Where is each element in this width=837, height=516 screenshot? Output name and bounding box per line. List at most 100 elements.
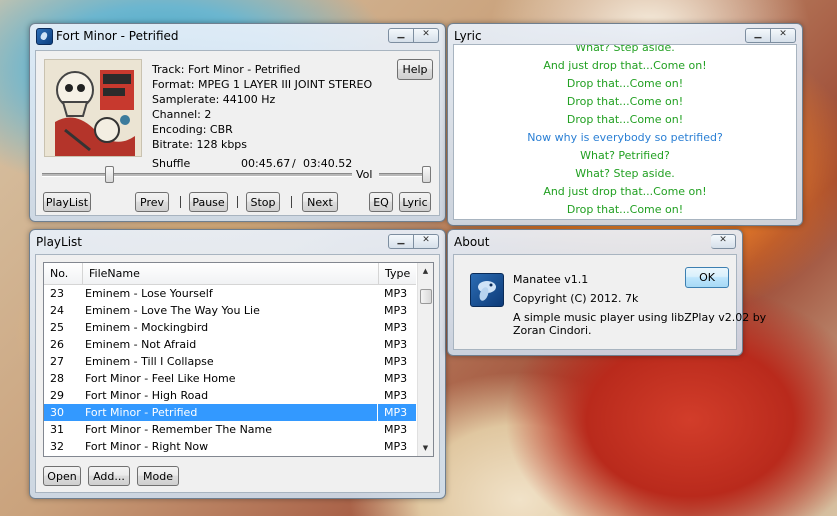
about-window-title: About (454, 235, 490, 249)
prev-button[interactable]: Prev (135, 192, 169, 212)
cell-type: MP3 (384, 338, 408, 351)
playlist-table: No. FileName Type 23 Eminem - Lose Yourse… (43, 262, 434, 457)
close-icon[interactable]: ✕ (414, 28, 439, 43)
help-button[interactable]: Help (397, 59, 433, 80)
cell-filename: Eminem - Not Afraid (85, 338, 197, 351)
lyric-line: And just drop that...Come on! (543, 185, 707, 198)
table-row[interactable]: 24 Eminem - Love The Way You Lie MP3 (44, 302, 416, 319)
table-row[interactable]: 25 Eminem - Mockingbird MP3 (44, 319, 416, 336)
cell-type: MP3 (384, 287, 408, 300)
table-row[interactable]: 28 Fort Minor - Feel Like Home MP3 (44, 370, 416, 387)
lyric-line: Drop that...Come on! (566, 77, 684, 90)
cell-no: 32 (50, 440, 64, 453)
lyric-window: Lyric ▁ ✕ What? Step aside. And just drop… (447, 23, 803, 226)
mode-button[interactable]: Mode (137, 466, 179, 486)
seek-track (42, 173, 352, 177)
cell-filename: Eminem - Lose Yourself (85, 287, 213, 300)
playlist-scrollbar[interactable]: ▲ ▼ (417, 263, 433, 456)
button-divider (180, 196, 181, 208)
lyric-line: What? Step aside. (575, 44, 675, 54)
lyric-panel: What? Step aside. And just drop that...Co… (453, 44, 797, 220)
cell-no: 29 (50, 389, 64, 402)
cell-filename: Eminem - Love The Way You Lie (85, 304, 260, 317)
close-icon[interactable]: ✕ (414, 234, 439, 249)
close-icon[interactable]: ✕ (711, 234, 736, 249)
column-header-type[interactable]: Type (378, 263, 416, 285)
lyric-line: Drop that...Come on! (566, 203, 684, 216)
cell-type: MP3 (384, 440, 408, 453)
close-icon[interactable]: ✕ (771, 28, 796, 43)
album-art (44, 59, 142, 157)
table-row[interactable]: 29 Fort Minor - High Road MP3 (44, 387, 416, 404)
minimize-icon[interactable]: ▁ (745, 28, 771, 43)
player-titlebar[interactable]: Fort Minor - Petrified ▁ ✕ (30, 24, 445, 48)
table-row[interactable]: 23 Eminem - Lose Yourself MP3 (44, 285, 416, 302)
scroll-thumb[interactable] (420, 289, 432, 304)
scroll-down-icon[interactable]: ▼ (419, 441, 432, 455)
button-divider (291, 196, 292, 208)
cell-filename: Fort Minor - Right Now (85, 440, 209, 453)
table-row[interactable]: 27 Eminem - Till I Collapse MP3 (44, 353, 416, 370)
cell-no: 31 (50, 423, 64, 436)
player-window-title: Fort Minor - Petrified (56, 29, 179, 43)
about-description-line1: A simple music player using libZPlay v2.… (513, 311, 767, 324)
table-row[interactable]: 32 Fort Minor - Right Now MP3 (44, 438, 416, 455)
about-titlebar[interactable]: About ✕ (448, 230, 742, 254)
minimize-icon[interactable]: ▁ (388, 234, 414, 249)
playlist-window: PlayList ▁ ✕ No. FileName Type 23 Eminem … (29, 229, 446, 499)
manatee-app-icon (36, 28, 53, 45)
volume-label: Vol (356, 168, 373, 181)
track-info: Track: Fort Minor - Petrified (152, 63, 301, 76)
pause-button[interactable]: Pause (189, 192, 228, 212)
lyric-line: And just drop that...Come on! (543, 59, 707, 72)
cell-type: MP3 (384, 389, 408, 402)
button-divider (237, 196, 238, 208)
cell-no: 24 (50, 304, 64, 317)
samplerate-info: Samplerate: 44100 Hz (152, 93, 276, 106)
playlist-button[interactable]: PlayList (43, 192, 91, 212)
table-row-selected[interactable]: 30 Fort Minor - Petrified MP3 (44, 404, 416, 421)
ok-button[interactable]: OK (685, 267, 729, 288)
seek-slider[interactable] (42, 165, 352, 185)
album-art-image (45, 60, 141, 156)
cell-filename: Fort Minor - High Road (85, 389, 209, 402)
open-button[interactable]: Open (43, 466, 81, 486)
cell-type: MP3 (384, 355, 408, 368)
cell-no: 25 (50, 321, 64, 334)
cell-no: 28 (50, 372, 64, 385)
cell-type: MP3 (384, 372, 408, 385)
stop-button[interactable]: Stop (246, 192, 280, 212)
cell-filename: Eminem - Till I Collapse (85, 355, 214, 368)
add-button[interactable]: Add... (88, 466, 130, 486)
column-header-filename[interactable]: FileName (82, 263, 378, 285)
table-row[interactable]: 31 Fort Minor - Remember The Name MP3 (44, 421, 416, 438)
scroll-up-icon[interactable]: ▲ (419, 264, 432, 278)
minimize-icon[interactable]: ▁ (388, 28, 414, 43)
column-header-no[interactable]: No. (44, 263, 82, 285)
playlist-window-title: PlayList (36, 235, 83, 249)
manatee-logo-icon (470, 273, 504, 307)
lyric-line: What? Step aside. (575, 167, 675, 180)
volume-slider[interactable] (379, 165, 431, 185)
cell-type: MP3 (384, 406, 408, 419)
seek-thumb[interactable] (105, 166, 114, 183)
cell-no: 27 (50, 355, 64, 368)
cell-no: 23 (50, 287, 64, 300)
about-client-area: Manatee v1.1 Copyright (C) 2012. 7k A si… (453, 254, 766, 350)
channel-info: Channel: 2 (152, 108, 212, 121)
player-client-area: Track: Fort Minor - Petrified Format: MP… (35, 50, 440, 216)
lyric-line: Drop that...Come on! (566, 113, 684, 126)
lyric-window-title: Lyric (454, 29, 482, 43)
about-copyright: Copyright (C) 2012. 7k (513, 292, 639, 305)
cell-no: 26 (50, 338, 64, 351)
playlist-titlebar[interactable]: PlayList ▁ ✕ (30, 230, 445, 254)
about-description-line2: Zoran Cindori. (513, 324, 592, 337)
next-button[interactable]: Next (302, 192, 338, 212)
lyric-button[interactable]: Lyric (399, 192, 431, 212)
volume-thumb[interactable] (422, 166, 431, 183)
table-row[interactable]: 26 Eminem - Not Afraid MP3 (44, 336, 416, 353)
cell-no: 30 (50, 406, 64, 419)
about-window: About ✕ Manatee v1.1 Copyright (C) 2012.… (447, 229, 766, 356)
eq-button[interactable]: EQ (369, 192, 393, 212)
cell-type: MP3 (384, 321, 408, 334)
